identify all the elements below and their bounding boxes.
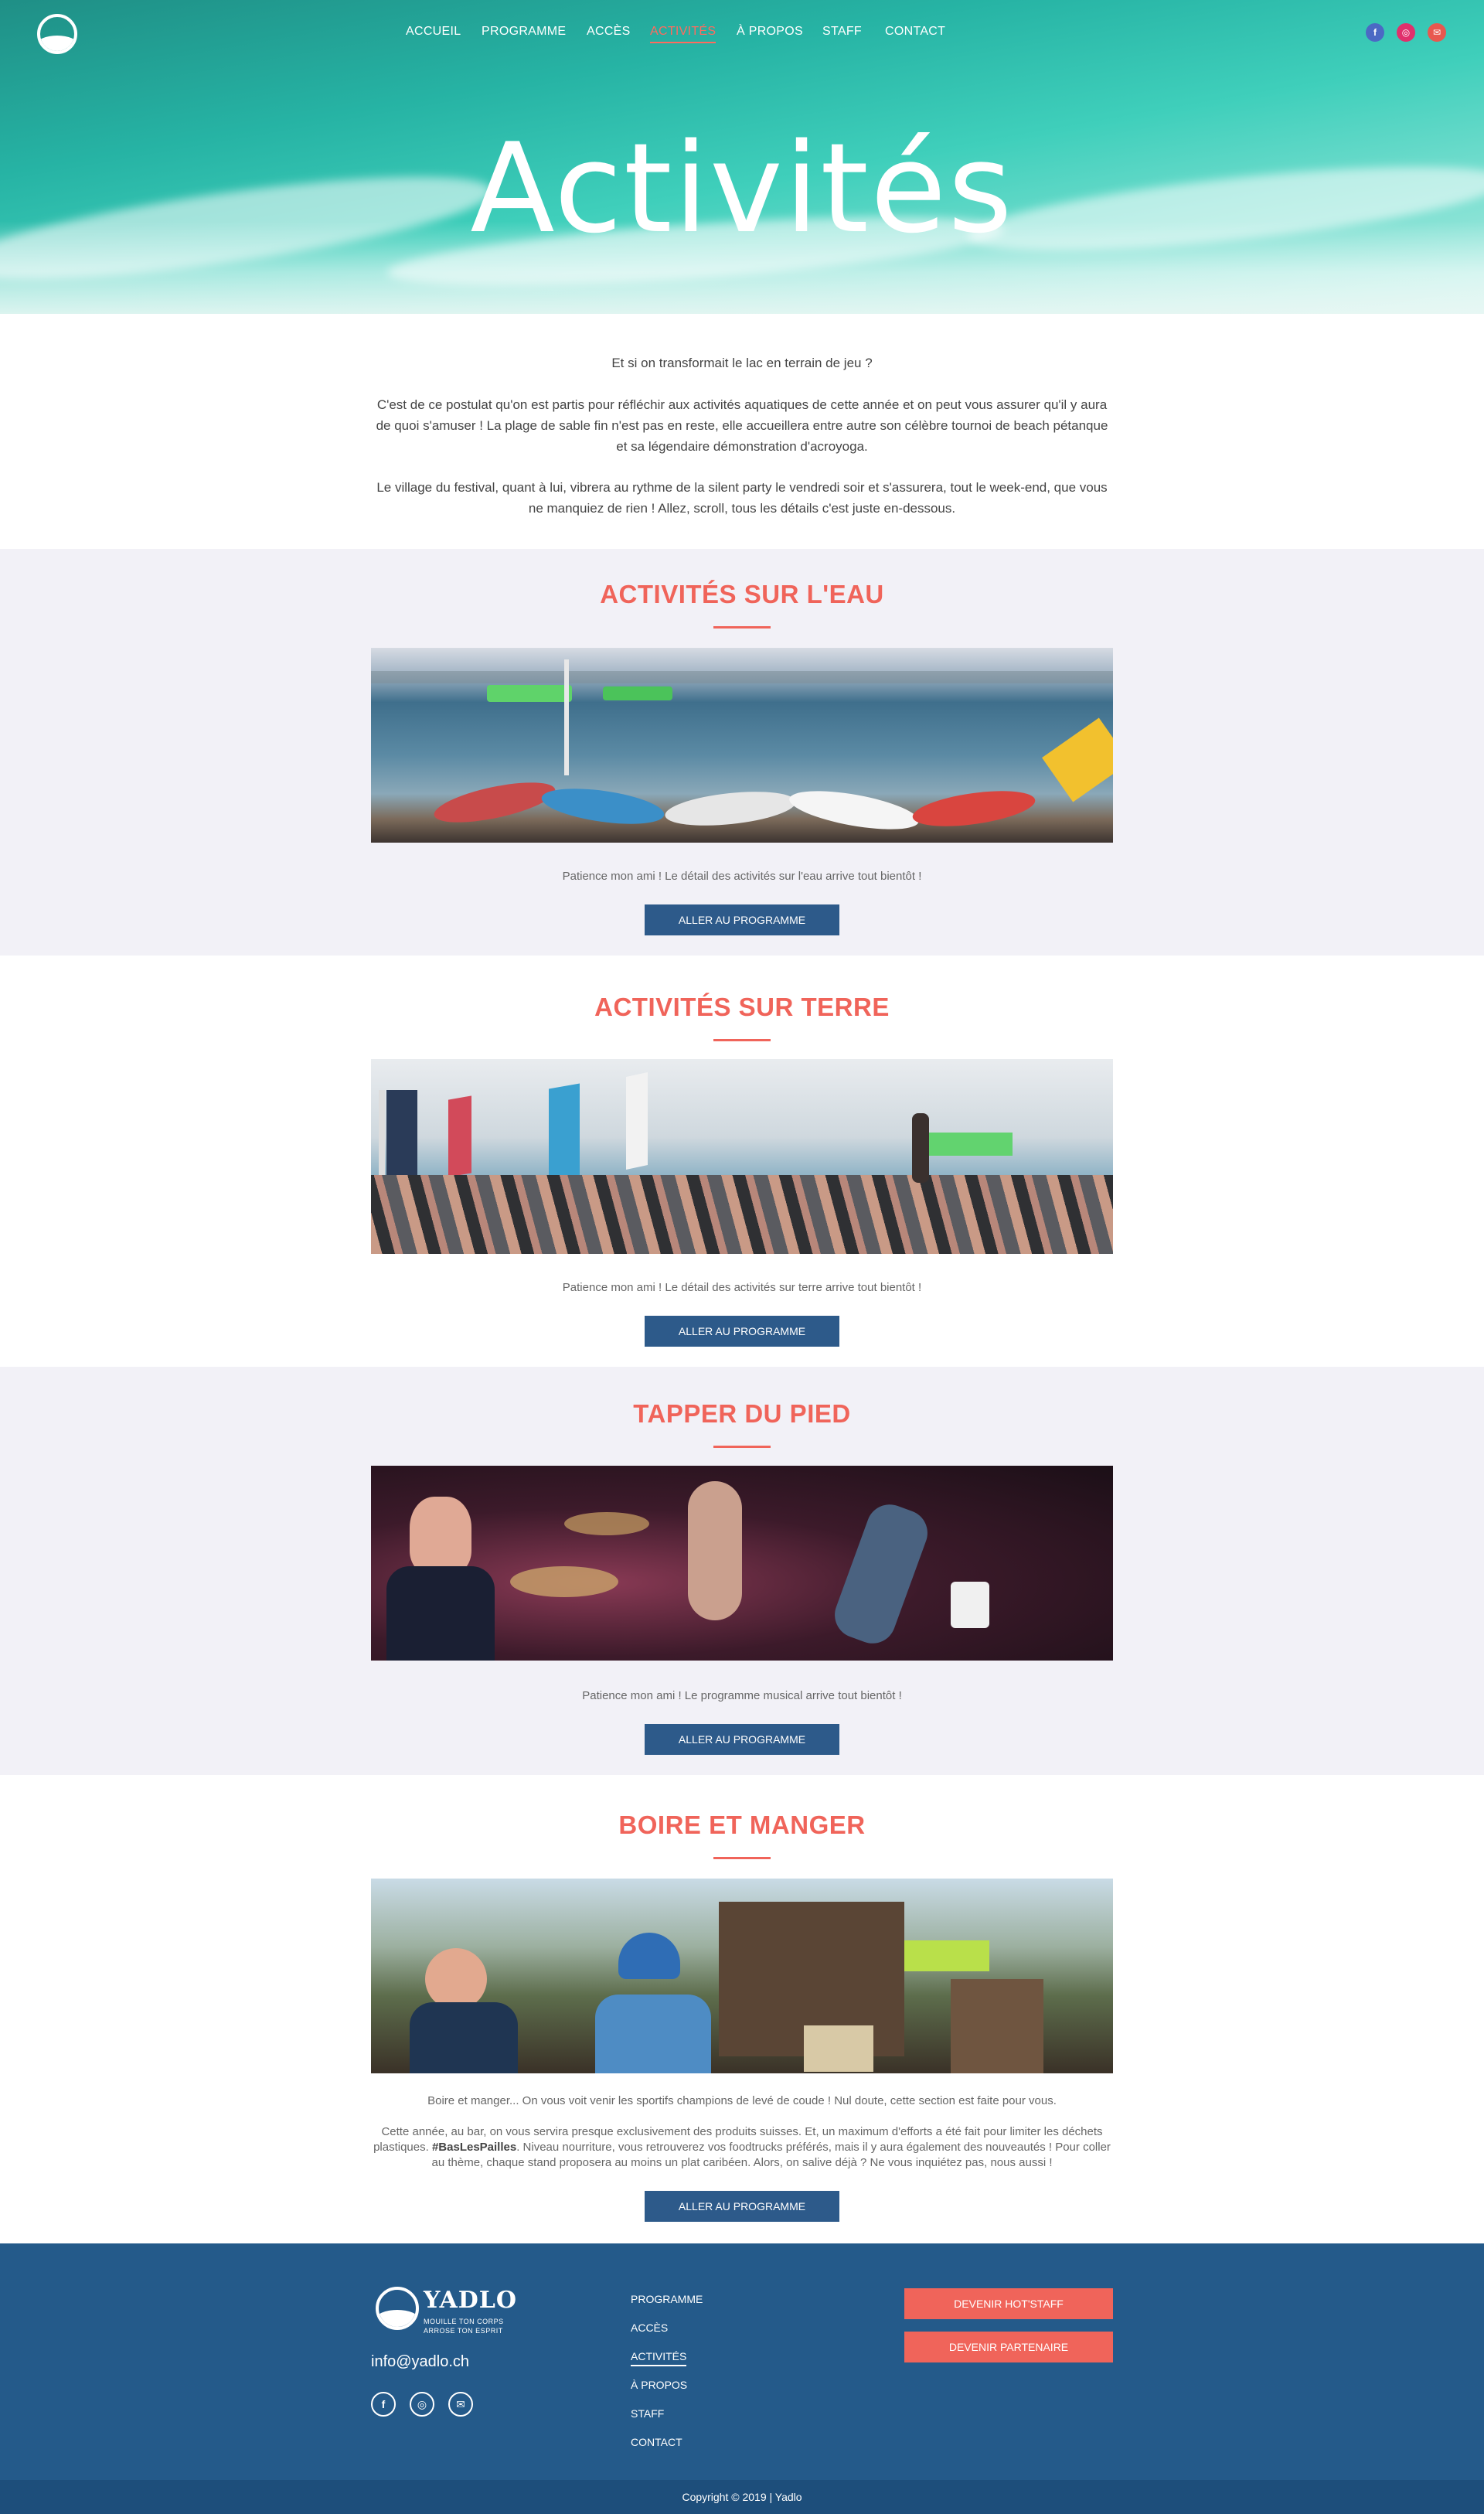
title-rule bbox=[713, 626, 771, 628]
footer-tagline: ARROSE TON ESPRIT bbox=[424, 2327, 503, 2335]
intro-lead: Et si on transformait le lac en terrain … bbox=[611, 356, 873, 370]
section-title: BOIRE ET MANGER bbox=[618, 1811, 866, 1839]
facebook-icon[interactable]: f bbox=[371, 2392, 396, 2417]
nav-item-a-propos[interactable]: À PROPOS bbox=[737, 25, 803, 39]
title-rule bbox=[713, 1857, 771, 1859]
facebook-icon[interactable]: f bbox=[1366, 23, 1384, 42]
copyright-bar: Copyright © 2019 | Yadlo bbox=[0, 2480, 1484, 2514]
nav-item-activites[interactable]: ACTIVITÉS bbox=[650, 25, 716, 43]
title-rule bbox=[713, 1446, 771, 1448]
title-rule bbox=[713, 1039, 771, 1041]
footer-brand: YADLO bbox=[424, 2287, 518, 2314]
instagram-icon[interactable]: ◎ bbox=[410, 2392, 434, 2417]
section-caption: Cette année, au bar, on vous servira pre… bbox=[371, 2124, 1113, 2171]
music-stage-photo bbox=[371, 1466, 1113, 1661]
section-caption: Patience mon ami ! Le détail des activit… bbox=[562, 870, 922, 883]
program-button[interactable]: ALLER AU PROGRAMME bbox=[645, 1316, 839, 1347]
hot-staff-button[interactable]: DEVENIR HOT'STAFF bbox=[904, 2288, 1113, 2319]
footer-link-activites[interactable]: ACTIVITÉS bbox=[631, 2350, 687, 2366]
food-drinks-photo bbox=[371, 1879, 1113, 2073]
program-button[interactable]: ALLER AU PROGRAMME bbox=[645, 2191, 839, 2222]
hashtag-text: #BasLesPailles bbox=[431, 2141, 517, 2154]
partner-button[interactable]: DEVENIR PARTENAIRE bbox=[904, 2332, 1113, 2362]
nav-item-programme[interactable]: PROGRAMME bbox=[482, 25, 566, 39]
footer-email-link[interactable]: info@yadlo.ch bbox=[371, 2353, 469, 2371]
nav-item-acces[interactable]: ACCÈS bbox=[587, 25, 631, 39]
program-button[interactable]: ALLER AU PROGRAMME bbox=[645, 904, 839, 935]
page-title: Activités bbox=[470, 116, 1014, 261]
mail-icon[interactable]: ✉ bbox=[1428, 23, 1446, 42]
nav-item-contact[interactable]: CONTACT bbox=[885, 25, 945, 39]
hero-banner: ACCUEIL PROGRAMME ACCÈS ACTIVITÉS À PROP… bbox=[0, 0, 1484, 314]
main-nav: ACCUEIL PROGRAMME ACCÈS ACTIVITÉS À PROP… bbox=[0, 25, 1484, 43]
section-land: ACTIVITÉS SUR TERRE Patience mon ami ! L… bbox=[0, 956, 1484, 1367]
intro-paragraph: Le village du festival, quant à lui, vib… bbox=[376, 480, 1108, 516]
footer-link-staff[interactable]: STAFF bbox=[631, 2407, 664, 2420]
intro-paragraph: C'est de ce postulat qu'on est partis po… bbox=[376, 397, 1108, 454]
instagram-icon[interactable]: ◎ bbox=[1397, 23, 1415, 42]
section-food: BOIRE ET MANGER Boire et manger... On vo… bbox=[0, 1775, 1484, 2243]
site-footer: YADLO MOUILLE TON CORPS ARROSE TON ESPRI… bbox=[0, 2243, 1484, 2480]
footer-link-programme[interactable]: PROGRAMME bbox=[631, 2293, 703, 2305]
section-caption: Patience mon ami ! Le programme musical … bbox=[582, 1689, 902, 1702]
footer-tagline: MOUILLE TON CORPS bbox=[424, 2318, 504, 2325]
section-caption: Patience mon ami ! Le détail des activit… bbox=[562, 1281, 922, 1294]
program-button[interactable]: ALLER AU PROGRAMME bbox=[645, 1724, 839, 1755]
section-water: ACTIVITÉS SUR L'EAU Patience mon ami ! L… bbox=[0, 549, 1484, 956]
nav-item-staff[interactable]: STAFF bbox=[822, 25, 862, 39]
section-title: ACTIVITÉS SUR L'EAU bbox=[600, 580, 884, 608]
footer-link-a-propos[interactable]: À PROPOS bbox=[631, 2379, 687, 2391]
footer-logo[interactable] bbox=[376, 2287, 419, 2330]
section-music: TAPPER DU PIED Patience mon ami ! Le pro… bbox=[0, 1367, 1484, 1775]
footer-link-acces[interactable]: ACCÈS bbox=[631, 2322, 668, 2334]
water-activities-photo bbox=[371, 648, 1113, 843]
intro-section: Et si on transformait le lac en terrain … bbox=[0, 314, 1484, 549]
caption-text: . Niveau nourriture, vous retrouverez vo… bbox=[431, 2141, 1111, 2169]
land-activities-photo bbox=[371, 1059, 1113, 1254]
section-title: TAPPER DU PIED bbox=[633, 1399, 851, 1428]
section-title: ACTIVITÉS SUR TERRE bbox=[594, 993, 890, 1021]
mail-icon[interactable]: ✉ bbox=[448, 2392, 473, 2417]
footer-link-contact[interactable]: CONTACT bbox=[631, 2436, 682, 2448]
nav-item-accueil[interactable]: ACCUEIL bbox=[406, 25, 461, 39]
section-caption: Boire et manger... On vous voit venir le… bbox=[427, 2094, 1057, 2107]
